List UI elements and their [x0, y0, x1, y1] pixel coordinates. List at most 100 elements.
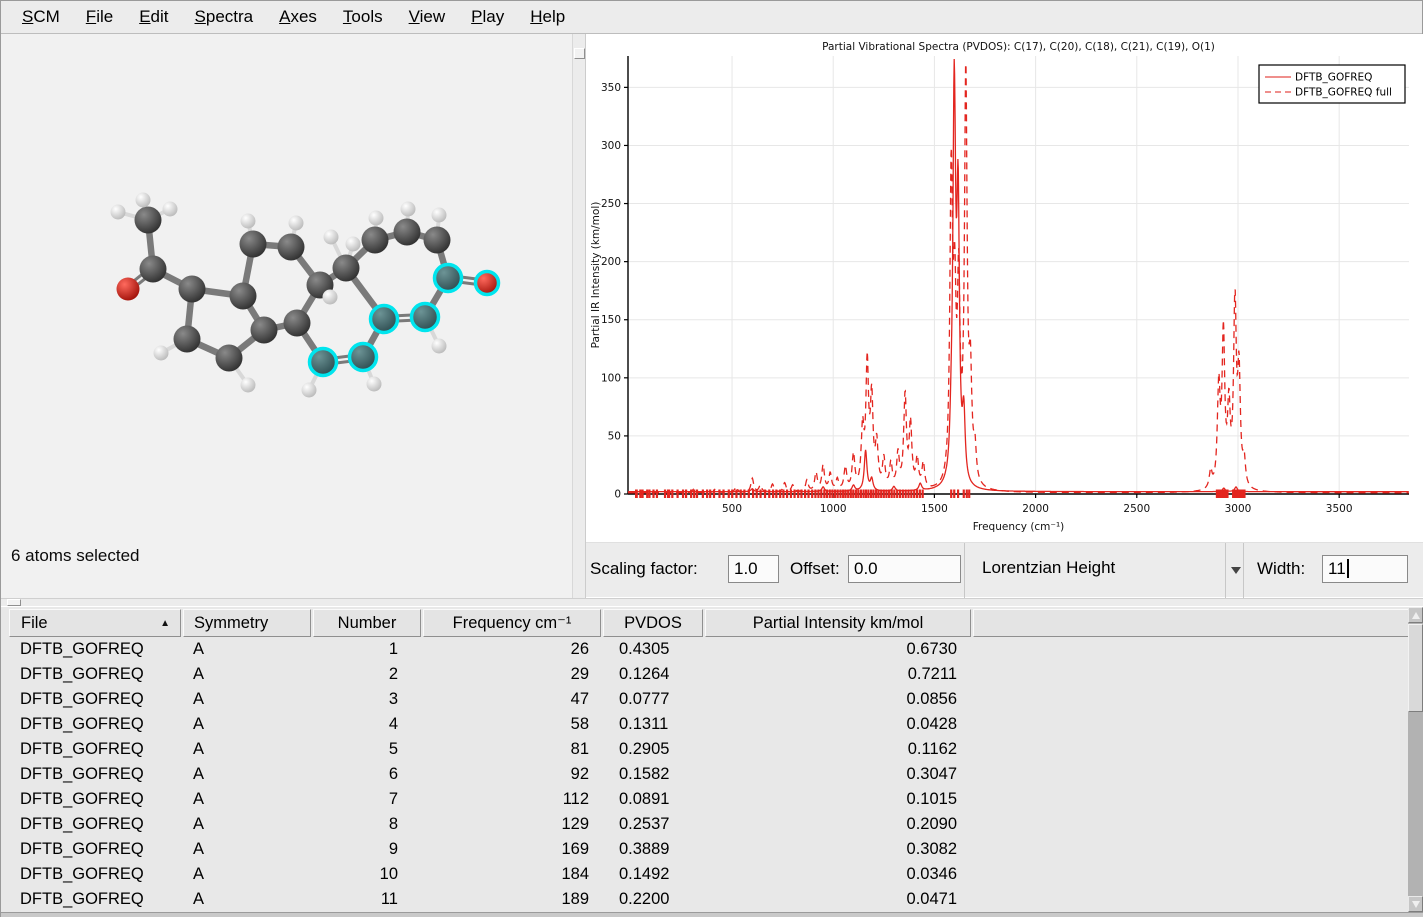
svg-text:300: 300 [601, 140, 621, 152]
menu-item-play[interactable]: Play [458, 3, 517, 31]
cell: 92 [423, 762, 601, 787]
table-row[interactable]: DFTB_GOFREQA6920.15820.3047 [9, 762, 971, 787]
menu-item-scm[interactable]: SCM [9, 3, 73, 31]
cell: 0.0891 [603, 787, 703, 812]
column-header-partial[interactable]: Partial Intensity km/mol [705, 609, 971, 637]
sash-grip[interactable] [7, 599, 21, 606]
cell: 0.4305 [603, 637, 703, 662]
cell: DFTB_GOFREQ [9, 662, 181, 687]
scroll-up-button[interactable] [1408, 607, 1423, 623]
column-header-pvdos[interactable]: PVDOS [603, 609, 703, 637]
cell: 3 [313, 687, 421, 712]
cell: DFTB_GOFREQ [9, 762, 181, 787]
scaling-factor-input[interactable]: 1.0 [728, 555, 779, 583]
menu-item-help[interactable]: Help [517, 3, 578, 31]
menu-item-edit[interactable]: Edit [126, 3, 181, 31]
table-row[interactable]: DFTB_GOFREQA111890.22000.0471 [9, 887, 971, 912]
table-row[interactable]: DFTB_GOFREQA5810.29050.1162 [9, 737, 971, 762]
column-header-file[interactable]: File▲ [9, 609, 181, 637]
cell: A [183, 862, 311, 887]
vertical-scrollbar[interactable] [1408, 607, 1423, 912]
table-row[interactable]: DFTB_GOFREQA71120.08910.1015 [9, 787, 971, 812]
cell: 10 [313, 862, 421, 887]
table-row[interactable]: DFTB_GOFREQA1260.43050.6730 [9, 637, 971, 662]
cell: 11 [313, 887, 421, 912]
cell: 0.1492 [603, 862, 703, 887]
svg-text:Partial Vibrational Spectra (P: Partial Vibrational Spectra (PVDOS): C(1… [822, 41, 1215, 53]
menu-item-file[interactable]: File [73, 3, 126, 31]
chevron-down-icon[interactable] [1231, 567, 1241, 574]
frequency-table: File▲SymmetryNumberFrequency cm⁻¹PVDOSPa… [1, 607, 1423, 912]
cell: A [183, 737, 311, 762]
offset-label: Offset: [790, 559, 840, 579]
cell: DFTB_GOFREQ [9, 737, 181, 762]
menu-item-axes[interactable]: Axes [266, 3, 330, 31]
cell: 47 [423, 687, 601, 712]
cell: 8 [313, 812, 421, 837]
cell: 184 [423, 862, 601, 887]
vertical-sash[interactable] [572, 34, 586, 598]
svg-text:Frequency (cm⁻¹): Frequency (cm⁻¹) [973, 521, 1065, 533]
table-row[interactable]: DFTB_GOFREQA2290.12640.7211 [9, 662, 971, 687]
column-header-number[interactable]: Number [313, 609, 421, 637]
main-split: 6 atoms selected Partial Vibrational Spe… [1, 34, 1423, 598]
cell: 5 [313, 737, 421, 762]
cell: 29 [423, 662, 601, 687]
column-header-frequency[interactable]: Frequency cm⁻¹ [423, 609, 601, 637]
menubar: SCMFileEditSpectraAxesToolsViewPlayHelp [1, 1, 1422, 34]
spectrum-chart[interactable]: Partial Vibrational Spectra (PVDOS): C(1… [586, 34, 1423, 542]
table-row[interactable]: DFTB_GOFREQA91690.38890.3082 [9, 837, 971, 862]
spectrum-panel: Partial Vibrational Spectra (PVDOS): C(1… [586, 34, 1423, 598]
cell: 0.2905 [603, 737, 703, 762]
menu-item-spectra[interactable]: Spectra [182, 3, 267, 31]
cell: 0.1162 [705, 737, 971, 762]
window-bottom-edge [1, 912, 1423, 917]
cell: 9 [313, 837, 421, 862]
horizontal-sash[interactable] [1, 598, 1423, 607]
cell: 0.7211 [705, 662, 971, 687]
cell: A [183, 812, 311, 837]
svg-text:250: 250 [601, 198, 621, 210]
cell: 0.1582 [603, 762, 703, 787]
svg-text:0: 0 [614, 489, 621, 501]
cell: 2 [313, 662, 421, 687]
cell: 0.1015 [705, 787, 971, 812]
cell: 7 [313, 787, 421, 812]
cell: 26 [423, 637, 601, 662]
cell: A [183, 837, 311, 862]
menu-item-tools[interactable]: Tools [330, 3, 396, 31]
spectrum-controls: Scaling factor: 1.0 Offset: 0.0 Lorentzi… [586, 542, 1423, 598]
cell: 0.2537 [603, 812, 703, 837]
table-row[interactable]: DFTB_GOFREQA4580.13110.0428 [9, 712, 971, 737]
cell: A [183, 787, 311, 812]
width-input[interactable]: 11 [1322, 555, 1408, 583]
molecule-viewport[interactable]: 6 atoms selected [1, 34, 572, 598]
table-row[interactable]: DFTB_GOFREQA3470.07770.0856 [9, 687, 971, 712]
svg-text:3500: 3500 [1326, 503, 1353, 515]
cell: DFTB_GOFREQ [9, 862, 181, 887]
cell: 4 [313, 712, 421, 737]
width-label: Width: [1257, 559, 1305, 579]
separator [1225, 543, 1226, 599]
scroll-down-button[interactable] [1408, 896, 1423, 912]
molecule-3d-view[interactable] [1, 34, 572, 598]
broadening-combobox[interactable]: Lorentzian Height [965, 543, 1243, 599]
cell: 0.1311 [603, 712, 703, 737]
svg-text:50: 50 [608, 430, 621, 442]
table-row[interactable]: DFTB_GOFREQA101840.14920.0346 [9, 862, 971, 887]
svg-text:DFTB_GOFREQ: DFTB_GOFREQ [1295, 72, 1372, 84]
cell: 0.6730 [705, 637, 971, 662]
offset-input[interactable]: 0.0 [848, 555, 961, 583]
table-row[interactable]: DFTB_GOFREQA81290.25370.2090 [9, 812, 971, 837]
cell: 0.2090 [705, 812, 971, 837]
cell: A [183, 762, 311, 787]
scrollbar-thumb[interactable] [1408, 624, 1423, 712]
menu-item-view[interactable]: View [396, 3, 459, 31]
svg-text:DFTB_GOFREQ full: DFTB_GOFREQ full [1295, 87, 1392, 99]
svg-text:350: 350 [601, 82, 621, 94]
column-header-symmetry[interactable]: Symmetry [183, 609, 311, 637]
cell: 0.3082 [705, 837, 971, 862]
sash-grip[interactable] [574, 48, 585, 59]
cell: 58 [423, 712, 601, 737]
svg-text:150: 150 [601, 314, 621, 326]
